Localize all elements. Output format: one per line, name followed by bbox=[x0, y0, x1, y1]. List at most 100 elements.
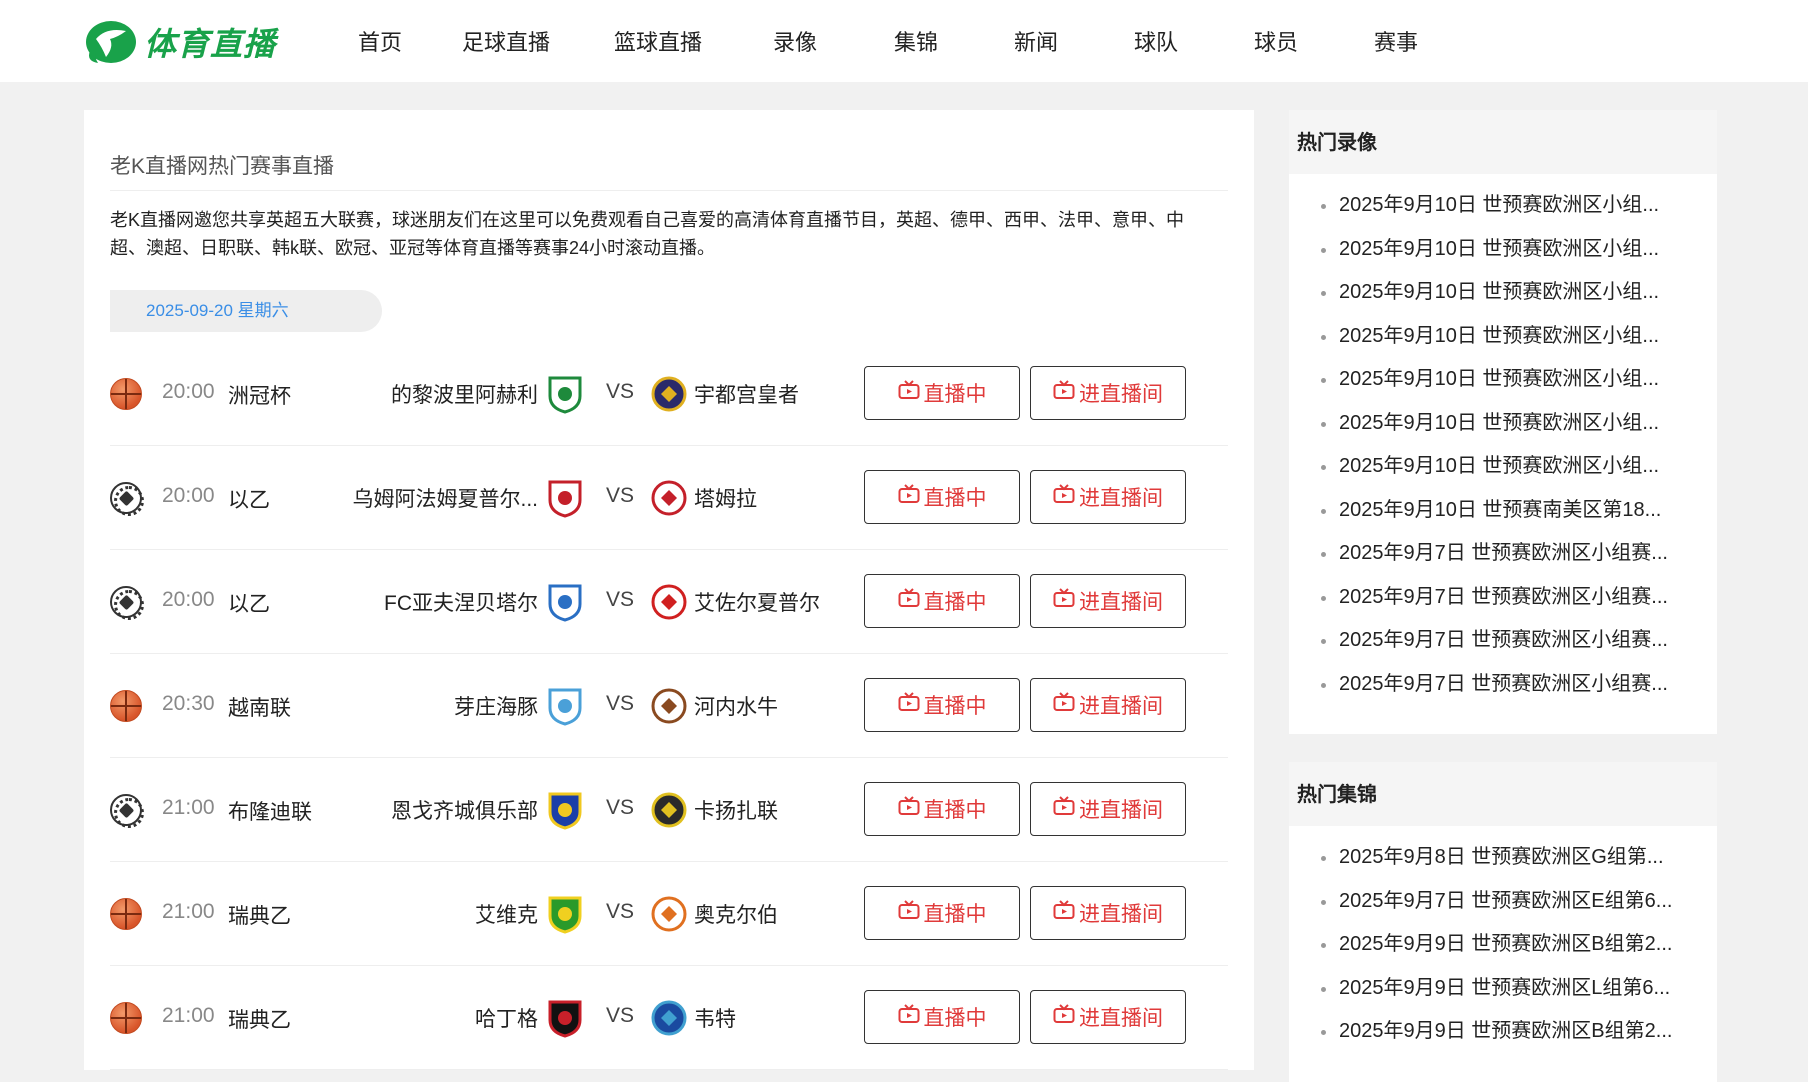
away-team-name[interactable]: 韦特 bbox=[694, 1003, 736, 1033]
highlight-item-link[interactable]: 2025年9月9日 世预赛欧洲区B组第2... bbox=[1339, 1020, 1672, 1042]
away-team-name[interactable]: 宇都宫皇者 bbox=[694, 379, 799, 409]
match-league: 瑞典乙 bbox=[228, 1009, 291, 1032]
match-time: 20:00 bbox=[162, 588, 215, 611]
live-now-button[interactable]: 直播中 bbox=[864, 782, 1020, 836]
enter-room-button[interactable]: 进直播间 bbox=[1030, 990, 1186, 1044]
live-now-button[interactable]: 直播中 bbox=[864, 366, 1020, 420]
match-list: 20:00 洲冠杯 的黎波里阿赫利 VS 宇都宫皇者 直播中 进直播间 20:0… bbox=[110, 342, 1228, 1070]
enter-room-button[interactable]: 进直播间 bbox=[1030, 782, 1186, 836]
highlight-item[interactable]: 2025年9月8日 世预赛欧洲区G组第... bbox=[1289, 836, 1717, 880]
replay-item-link[interactable]: 2025年9月10日 世预赛欧洲区小组... bbox=[1339, 281, 1659, 303]
nav-replay[interactable]: 录像 bbox=[734, 25, 856, 57]
replay-item[interactable]: 2025年9月7日 世预赛欧洲区小组赛... bbox=[1289, 619, 1717, 663]
live-now-label: 直播中 bbox=[923, 487, 987, 510]
replay-item[interactable]: 2025年9月10日 世预赛欧洲区小组... bbox=[1289, 184, 1717, 228]
away-team-logo-icon bbox=[651, 584, 687, 620]
home-team-name[interactable]: 的黎波里阿赫利 bbox=[318, 379, 538, 409]
enter-room-label: 进直播间 bbox=[1079, 799, 1163, 822]
highlight-item[interactable]: 2025年9月7日 世预赛欧洲区E组第6... bbox=[1289, 880, 1717, 924]
highlight-item-link[interactable]: 2025年9月9日 世预赛欧洲区L组第6... bbox=[1339, 977, 1670, 999]
hot-replays-list: 2025年9月10日 世预赛欧洲区小组... 2025年9月10日 世预赛欧洲区小… bbox=[1289, 174, 1717, 714]
replay-item[interactable]: 2025年9月10日 世预赛欧洲区小组... bbox=[1289, 271, 1717, 315]
enter-room-label: 进直播间 bbox=[1079, 591, 1163, 614]
replay-item[interactable]: 2025年9月10日 世预赛欧洲区小组... bbox=[1289, 445, 1717, 489]
away-team-name[interactable]: 塔姆拉 bbox=[694, 483, 757, 513]
nav-highlights[interactable]: 集锦 bbox=[856, 25, 976, 57]
replay-item-link[interactable]: 2025年9月7日 世预赛欧洲区小组赛... bbox=[1339, 673, 1668, 695]
hot-highlights-panel: 热门集锦 2025年9月8日 世预赛欧洲区G组第... 2025年9月7日 世预赛… bbox=[1289, 762, 1717, 1082]
replay-item-link[interactable]: 2025年9月10日 世预赛欧洲区小组... bbox=[1339, 455, 1659, 477]
highlight-item-link[interactable]: 2025年9月8日 世预赛欧洲区G组第... bbox=[1339, 846, 1664, 868]
date-label: 2025-09-20 星期六 bbox=[110, 290, 382, 332]
home-team-logo-icon bbox=[548, 584, 582, 622]
hot-replays-title: 热门录像 bbox=[1289, 110, 1717, 174]
nav-basketball-live[interactable]: 篮球直播 bbox=[582, 25, 734, 57]
hot-highlights-title: 热门集锦 bbox=[1289, 762, 1717, 826]
replay-item[interactable]: 2025年9月7日 世预赛欧洲区小组赛... bbox=[1289, 663, 1717, 707]
live-now-button[interactable]: 直播中 bbox=[864, 886, 1020, 940]
away-team-name[interactable]: 卡扬扎联 bbox=[694, 795, 778, 825]
enter-room-button[interactable]: 进直播间 bbox=[1030, 678, 1186, 732]
home-team-name[interactable]: 哈丁格 bbox=[318, 1003, 538, 1033]
highlight-item[interactable]: 2025年9月9日 世预赛欧洲区L组第6... bbox=[1289, 967, 1717, 1011]
highlight-item-link[interactable]: 2025年9月9日 世预赛欧洲区B组第2... bbox=[1339, 933, 1672, 955]
replay-item-link[interactable]: 2025年9月10日 世预赛欧洲区小组... bbox=[1339, 238, 1659, 260]
home-team-name[interactable]: 艾维克 bbox=[318, 899, 538, 929]
replay-item-link[interactable]: 2025年9月10日 世预赛欧洲区小组... bbox=[1339, 368, 1659, 390]
tv-icon bbox=[898, 692, 920, 718]
replay-item[interactable]: 2025年9月10日 世预赛欧洲区小组... bbox=[1289, 315, 1717, 359]
enter-room-button[interactable]: 进直播间 bbox=[1030, 366, 1186, 420]
highlight-item[interactable]: 2025年9月9日 世预赛欧洲区B组第2... bbox=[1289, 1010, 1717, 1054]
live-now-button[interactable]: 直播中 bbox=[864, 470, 1020, 524]
replay-item-link[interactable]: 2025年9月10日 世预赛欧洲区小组... bbox=[1339, 194, 1659, 216]
highlight-item[interactable]: 2025年9月9日 世预赛欧洲区B组第2... bbox=[1289, 923, 1717, 967]
away-team-logo-icon bbox=[651, 688, 687, 724]
home-team-name[interactable]: 芽庄海豚 bbox=[318, 691, 538, 721]
replay-item-link[interactable]: 2025年9月7日 世预赛欧洲区小组赛... bbox=[1339, 542, 1668, 564]
football-icon bbox=[110, 586, 144, 620]
enter-room-label: 进直播间 bbox=[1079, 695, 1163, 718]
live-now-button[interactable]: 直播中 bbox=[864, 678, 1020, 732]
nav-events[interactable]: 赛事 bbox=[1336, 25, 1456, 57]
live-now-button[interactable]: 直播中 bbox=[864, 990, 1020, 1044]
replay-item-link[interactable]: 2025年9月10日 世预赛欧洲区小组... bbox=[1339, 412, 1659, 434]
home-team-name[interactable]: 恩戈齐城俱乐部 bbox=[318, 795, 538, 825]
match-league: 越南联 bbox=[228, 697, 291, 720]
replay-item[interactable]: 2025年9月10日 世预赛欧洲区小组... bbox=[1289, 358, 1717, 402]
replay-item-link[interactable]: 2025年9月10日 世预赛欧洲区小组... bbox=[1339, 325, 1659, 347]
replay-item[interactable]: 2025年9月10日 世预赛南美区第18... bbox=[1289, 489, 1717, 533]
nav-home[interactable]: 首页 bbox=[330, 25, 430, 57]
home-team-logo-icon bbox=[548, 792, 582, 830]
away-team-name[interactable]: 河内水牛 bbox=[694, 691, 778, 721]
basketball-icon bbox=[110, 690, 142, 722]
replay-item[interactable]: 2025年9月10日 世预赛欧洲区小组... bbox=[1289, 228, 1717, 272]
away-team-name[interactable]: 艾佐尔夏普尔 bbox=[694, 587, 820, 617]
away-team-name[interactable]: 奥克尔伯 bbox=[694, 899, 778, 929]
home-team-name[interactable]: 乌姆阿法姆夏普尔... bbox=[318, 483, 538, 513]
replay-item[interactable]: 2025年9月7日 世预赛欧洲区小组赛... bbox=[1289, 532, 1717, 576]
replay-item-link[interactable]: 2025年9月7日 世预赛欧洲区小组赛... bbox=[1339, 586, 1668, 608]
replay-item-link[interactable]: 2025年9月7日 世预赛欧洲区小组赛... bbox=[1339, 629, 1668, 651]
live-schedule-panel: 老K直播网热门赛事直播 老K直播网邀您共享英超五大联赛，球迷朋友们在这里可以免费… bbox=[84, 110, 1254, 1070]
nav-teams[interactable]: 球队 bbox=[1096, 25, 1216, 57]
live-now-button[interactable]: 直播中 bbox=[864, 574, 1020, 628]
enter-room-button[interactable]: 进直播间 bbox=[1030, 886, 1186, 940]
replay-item[interactable]: 2025年9月10日 世预赛欧洲区小组... bbox=[1289, 402, 1717, 446]
highlight-item-link[interactable]: 2025年9月7日 世预赛欧洲区E组第6... bbox=[1339, 890, 1672, 912]
tv-icon bbox=[1053, 380, 1075, 406]
home-team-name[interactable]: FC亚夫涅贝塔尔 bbox=[318, 587, 538, 617]
tv-icon bbox=[1053, 484, 1075, 510]
enter-room-button[interactable]: 进直播间 bbox=[1030, 470, 1186, 524]
nav-football-live[interactable]: 足球直播 bbox=[430, 25, 582, 57]
site-logo[interactable]: 体育直播 bbox=[84, 16, 276, 68]
nav-players[interactable]: 球员 bbox=[1216, 25, 1336, 57]
home-team-logo-icon bbox=[548, 1000, 582, 1038]
enter-room-button[interactable]: 进直播间 bbox=[1030, 574, 1186, 628]
match-row: 20:00 以乙 FC亚夫涅贝塔尔 VS 艾佐尔夏普尔 直播中 进直播间 bbox=[110, 550, 1228, 654]
live-now-label: 直播中 bbox=[923, 799, 987, 822]
replay-item[interactable]: 2025年9月7日 世预赛欧洲区小组赛... bbox=[1289, 576, 1717, 620]
vs-label: VS bbox=[606, 1004, 635, 1027]
replay-item-link[interactable]: 2025年9月10日 世预赛南美区第18... bbox=[1339, 499, 1661, 521]
live-now-label: 直播中 bbox=[923, 695, 987, 718]
nav-news[interactable]: 新闻 bbox=[976, 25, 1096, 57]
